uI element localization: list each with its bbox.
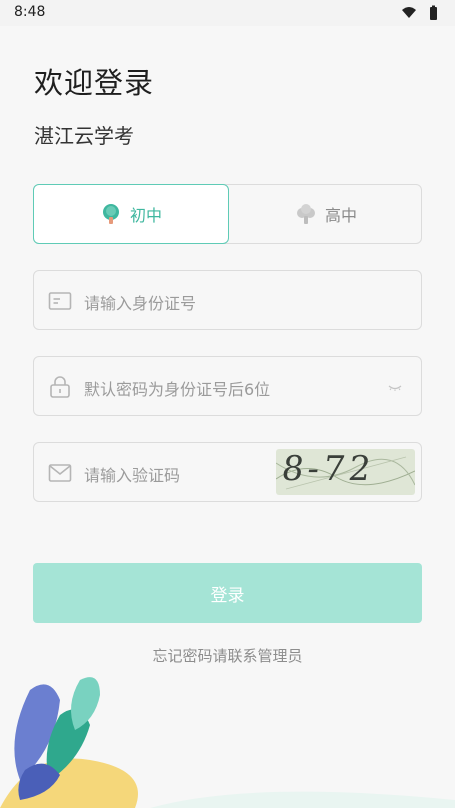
status-time: 8:48 <box>14 4 46 20</box>
battery-icon <box>430 5 437 20</box>
password-field[interactable]: 默认密码为身份证号后6位 <box>33 356 422 416</box>
captcha-input[interactable]: 请输入验证码 <box>84 462 180 486</box>
eye-closed-icon[interactable] <box>387 379 403 395</box>
status-bar: 8:48 <box>0 0 455 26</box>
app-name: 湛江云学考 <box>34 124 134 148</box>
level-selector: 初中 高中 <box>33 184 422 244</box>
id-number-input[interactable]: 请输入身份证号 <box>84 290 196 314</box>
wifi-icon <box>402 7 416 18</box>
tab-senior-high[interactable]: 高中 <box>229 184 423 244</box>
id-card-icon <box>48 292 72 310</box>
tab-junior-high[interactable]: 初中 <box>33 184 229 244</box>
page-title: 欢迎登录 <box>34 66 155 100</box>
cloud-tree-icon <box>296 204 315 224</box>
id-number-field[interactable]: 请输入身份证号 <box>33 270 422 330</box>
login-button[interactable]: 登录 <box>33 563 422 623</box>
forgot-password-link[interactable]: 忘记密码请联系管理员 <box>0 645 455 666</box>
lock-icon <box>50 376 70 398</box>
tab-junior-high-label: 初中 <box>129 206 162 225</box>
captcha-field[interactable]: 请输入验证码 8-72 <box>33 442 422 502</box>
captcha-image[interactable]: 8-72 <box>276 449 415 495</box>
leaf-decoration <box>0 677 455 808</box>
password-input[interactable]: 默认密码为身份证号后6位 <box>84 376 270 400</box>
tab-senior-high-label: 高中 <box>324 206 357 225</box>
mail-icon <box>48 464 72 482</box>
captcha-text: 8-72 <box>279 449 378 489</box>
status-icons <box>402 5 437 20</box>
tree-icon <box>102 204 119 224</box>
